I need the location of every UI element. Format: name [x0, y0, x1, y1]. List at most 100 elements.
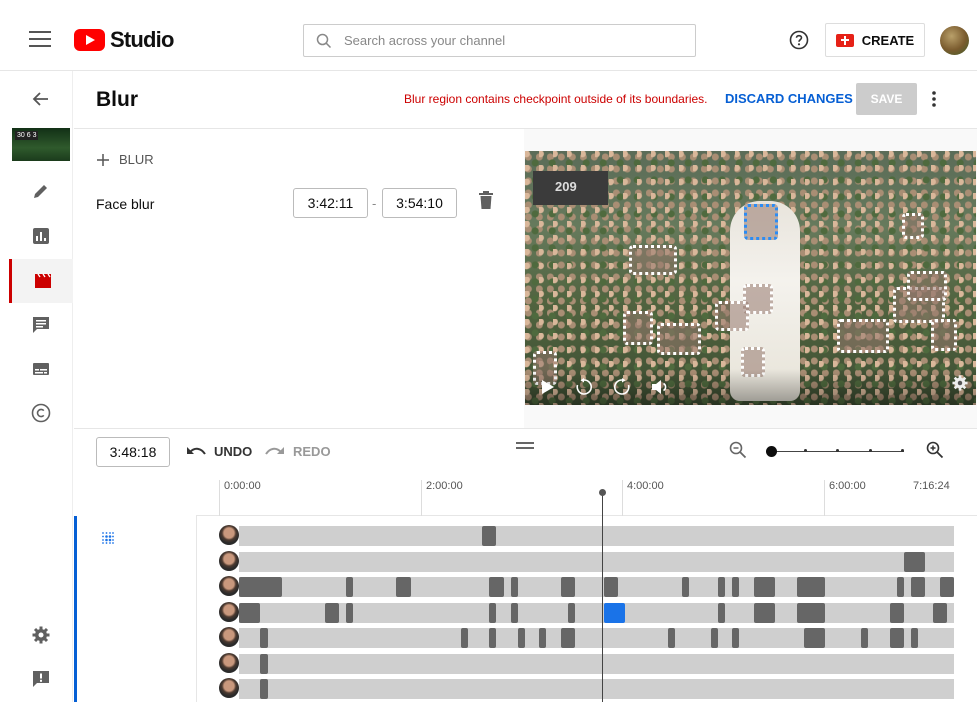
playhead[interactable]	[602, 492, 603, 702]
blur-segment[interactable]	[896, 577, 904, 597]
blur-segment[interactable]	[889, 628, 904, 648]
face-thumbnail[interactable]	[219, 627, 239, 647]
blur-start-time-field[interactable]: 3:42:11	[293, 188, 368, 218]
blur-segment[interactable]	[539, 628, 547, 648]
back-button[interactable]	[9, 77, 73, 121]
face-thumbnail[interactable]	[219, 652, 239, 673]
blur-segment[interactable]	[753, 577, 776, 597]
blur-segment[interactable]	[324, 602, 340, 623]
blur-segment[interactable]	[732, 577, 740, 597]
face-thumbnail[interactable]	[219, 525, 239, 545]
blur-segment[interactable]	[489, 577, 504, 597]
blur-segment[interactable]	[260, 628, 268, 648]
sidebar-item-feedback[interactable]	[9, 657, 73, 701]
blur-segment[interactable]	[510, 602, 518, 623]
more-options-icon[interactable]	[929, 90, 939, 113]
blur-segment[interactable]	[460, 628, 468, 648]
delete-icon[interactable]	[478, 191, 494, 214]
face-blur-region[interactable]	[902, 213, 924, 239]
face-thumbnail[interactable]	[219, 601, 239, 622]
face-track-row[interactable]	[219, 550, 954, 572]
face-track-row[interactable]	[219, 575, 954, 597]
face-blur-region[interactable]	[629, 245, 677, 275]
face-blur-region-selected[interactable]	[744, 204, 778, 240]
volume-icon[interactable]	[651, 379, 669, 395]
zoom-out-icon[interactable]	[729, 441, 747, 464]
blur-segment[interactable]	[796, 577, 826, 597]
zoom-in-icon[interactable]	[926, 441, 944, 464]
face-track-row[interactable]	[219, 652, 954, 674]
blur-segment[interactable]	[346, 577, 354, 597]
blur-segment[interactable]	[603, 577, 618, 597]
studio-logo[interactable]: Studio	[74, 27, 174, 53]
blur-segment[interactable]	[939, 577, 954, 597]
blur-segment[interactable]	[668, 628, 676, 648]
blur-segment[interactable]	[260, 679, 268, 699]
blur-segment[interactable]	[861, 628, 869, 648]
blur-segment[interactable]	[710, 628, 719, 648]
blur-segment[interactable]	[510, 577, 518, 597]
blur-segment[interactable]	[482, 526, 497, 546]
blur-segment[interactable]	[911, 628, 919, 648]
blur-segment[interactable]	[489, 628, 497, 648]
blur-segment[interactable]	[753, 602, 776, 623]
video-preview[interactable]: 209	[525, 151, 976, 405]
blur-segment[interactable]	[260, 653, 268, 674]
redo-button[interactable]: REDO	[265, 444, 331, 459]
face-blur-region[interactable]	[907, 271, 947, 301]
blur-segment[interactable]	[718, 577, 726, 597]
sidebar-item-analytics[interactable]	[9, 214, 73, 258]
avatar[interactable]	[940, 26, 969, 55]
help-icon[interactable]	[789, 30, 809, 55]
face-thumbnail[interactable]	[219, 678, 239, 698]
face-track-row[interactable]	[219, 524, 954, 546]
sidebar-item-subtitles[interactable]	[9, 347, 73, 391]
blur-segment[interactable]	[489, 602, 497, 623]
face-track-row[interactable]	[219, 626, 954, 648]
sidebar-item-editor[interactable]	[9, 259, 73, 303]
blur-segment[interactable]	[239, 602, 261, 623]
face-thumbnail[interactable]	[219, 550, 239, 571]
face-blur-region[interactable]	[931, 319, 957, 351]
face-blur-region[interactable]	[623, 311, 653, 345]
blur-segment-selected[interactable]	[603, 602, 626, 623]
blur-segment[interactable]	[718, 602, 726, 623]
search-box[interactable]	[303, 24, 696, 57]
discard-changes-button[interactable]: DISCARD CHANGES	[725, 91, 853, 106]
create-button[interactable]: CREATE	[825, 23, 925, 57]
menu-icon[interactable]	[29, 31, 51, 49]
video-thumbnail[interactable]: 30 6 3	[12, 128, 70, 161]
zoom-slider-track[interactable]	[772, 449, 904, 452]
playhead-handle[interactable]	[599, 489, 606, 496]
face-thumbnail[interactable]	[219, 576, 239, 596]
add-blur-button[interactable]: BLUR	[97, 152, 154, 167]
blur-segment[interactable]	[560, 628, 576, 648]
blur-segment[interactable]	[560, 577, 576, 597]
sidebar-item-details[interactable]	[9, 169, 73, 213]
sidebar-item-comments[interactable]	[9, 303, 73, 347]
face-blur-region[interactable]	[657, 323, 701, 355]
blur-segment[interactable]	[889, 602, 904, 623]
blur-segment[interactable]	[803, 628, 826, 648]
face-track-bar[interactable]	[239, 653, 954, 674]
timeline-ruler[interactable]: 0:00:00 2:00:00 4:00:00 6:00:00 7:16:24	[196, 476, 977, 516]
video-settings-icon[interactable]	[952, 375, 968, 396]
blur-segment[interactable]	[796, 602, 826, 623]
blur-segment[interactable]	[239, 577, 282, 597]
blur-end-time-field[interactable]: 3:54:10	[382, 188, 457, 218]
sidebar-item-settings[interactable]	[9, 613, 73, 657]
blur-segment[interactable]	[911, 577, 926, 597]
zoom-slider-handle[interactable]	[766, 446, 777, 457]
blur-segment[interactable]	[682, 577, 690, 597]
face-blur-region[interactable]	[837, 319, 889, 353]
blur-segment[interactable]	[346, 602, 354, 623]
save-button[interactable]: SAVE	[856, 83, 917, 115]
current-time-field[interactable]: 3:48:18	[96, 437, 170, 467]
rewind-10-icon[interactable]	[575, 378, 593, 396]
forward-10-icon[interactable]	[613, 378, 631, 396]
face-track-bar[interactable]	[239, 551, 954, 572]
face-track-bar[interactable]	[239, 628, 954, 648]
blur-segment[interactable]	[732, 628, 740, 648]
play-icon[interactable]	[541, 379, 555, 395]
search-input[interactable]	[344, 33, 664, 48]
